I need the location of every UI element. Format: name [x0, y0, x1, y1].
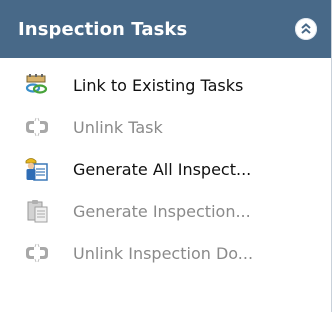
generate-inspection-item[interactable]: Generate Inspection... — [0, 190, 331, 232]
item-label: Link to Existing Tasks — [73, 75, 244, 95]
generate-all-inspections-item[interactable]: Generate All Inspect... — [0, 148, 331, 190]
double-chevron-up-icon — [301, 23, 311, 34]
link-tasks-icon — [24, 72, 50, 98]
panel-header: Inspection Tasks — [0, 0, 331, 58]
panel-title: Inspection Tasks — [18, 18, 188, 40]
unlink-inspection-document-item[interactable]: Unlink Inspection Do... — [0, 232, 331, 274]
item-label: Unlink Inspection Do... — [73, 243, 254, 263]
item-label: Generate Inspection... — [73, 201, 251, 221]
unlink-task-item[interactable]: Unlink Task — [0, 106, 331, 148]
link-to-existing-tasks-item[interactable]: Link to Existing Tasks — [0, 64, 331, 106]
task-list: Link to Existing Tasks Unlink Task Gener… — [0, 58, 331, 274]
inspection-tasks-panel: Inspection Tasks Link to Existing Tasks … — [0, 0, 332, 312]
unlink-icon — [24, 240, 50, 266]
collapse-button[interactable] — [295, 18, 317, 40]
item-label: Unlink Task — [73, 117, 163, 137]
generate-document-icon — [24, 198, 50, 224]
item-label: Generate All Inspect... — [73, 159, 252, 179]
unlink-icon — [24, 114, 50, 140]
generate-all-icon — [24, 156, 50, 182]
